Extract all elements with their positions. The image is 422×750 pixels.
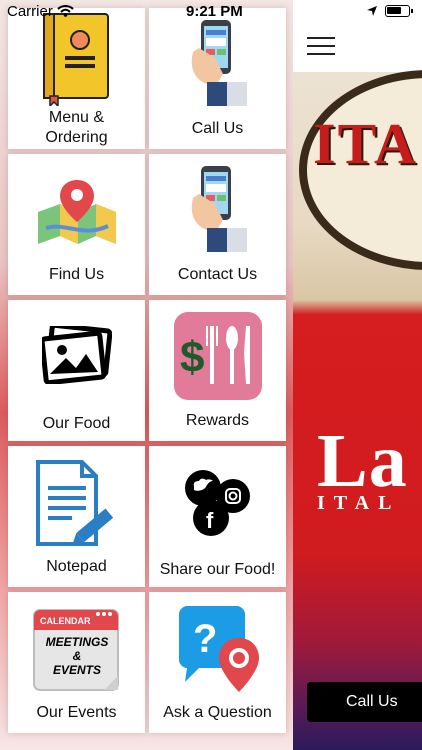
menu-item-find-us[interactable]: Find Us [8,154,145,295]
svg-text:?: ? [193,617,217,661]
menu-item-label: Contact Us [177,266,258,283]
menu-item-menu-ordering[interactable]: Menu & Ordering [8,8,145,149]
notepad-pencil-icon [36,460,114,546]
hamburger-menu-icon[interactable] [307,37,335,57]
svg-text:$: $ [180,333,204,382]
menu-item-share-our-food[interactable]: f Share our Food! [149,446,286,587]
svg-text:f: f [206,508,214,533]
phone-hand-icon [191,166,247,252]
calendar-line3: EVENTS [52,663,101,677]
main-view: ITA La ITAL Call Us [293,0,422,750]
restaurant-logo-text: ITA [313,111,418,176]
menu-item-our-food[interactable]: Our Food [8,300,145,441]
phone-hand-icon [191,20,247,106]
status-time: 9:21 PM [186,3,243,20]
menu-book-icon [43,13,109,106]
side-menu: Menu & Ordering Call Us Find Us Contact … [0,0,293,750]
calendar-header: CALENDAR [40,616,91,626]
photos-icon [42,326,112,384]
calendar-line2: & [72,649,82,663]
menu-item-label-line1: Menu & [48,109,105,126]
calendar-line1: MEETINGS [45,635,109,649]
menu-item-label: Our Food [42,415,111,432]
brand-subtitle-text: ITAL [317,492,401,514]
menu-item-ask-question[interactable]: ? Ask a Question [149,592,286,733]
menu-item-our-events[interactable]: CALENDAR MEETINGS & EVENTS Our Events [8,592,145,733]
status-bar: Carrier 9:21 PM [0,0,422,22]
dollar-cutlery-icon: $ [174,312,262,400]
menu-item-label: Find Us [48,266,105,283]
menu-item-call-us[interactable]: Call Us [149,8,286,149]
menu-item-rewards[interactable]: $ Rewards [149,300,286,441]
battery-icon [385,5,413,17]
carrier-label: Carrier [7,3,53,20]
map-pin-icon [38,180,116,244]
menu-item-label: Share our Food! [159,561,276,578]
call-us-button[interactable]: Call Us [307,682,422,722]
menu-item-notepad[interactable]: Notepad [8,446,145,587]
menu-item-contact-us[interactable]: Contact Us [149,154,286,295]
menu-item-label: Notepad [46,558,107,575]
menu-item-label: Rewards [185,412,250,429]
wifi-icon [57,5,74,17]
menu-item-label-line2: Ordering [45,129,108,146]
question-bubble-icon: ? [179,606,259,692]
menu-item-label: Our Events [36,704,117,721]
social-icons: f [185,470,250,536]
location-arrow-icon [367,6,377,16]
menu-item-label: Ask a Question [163,704,272,721]
menu-item-label: Call Us [191,120,244,137]
